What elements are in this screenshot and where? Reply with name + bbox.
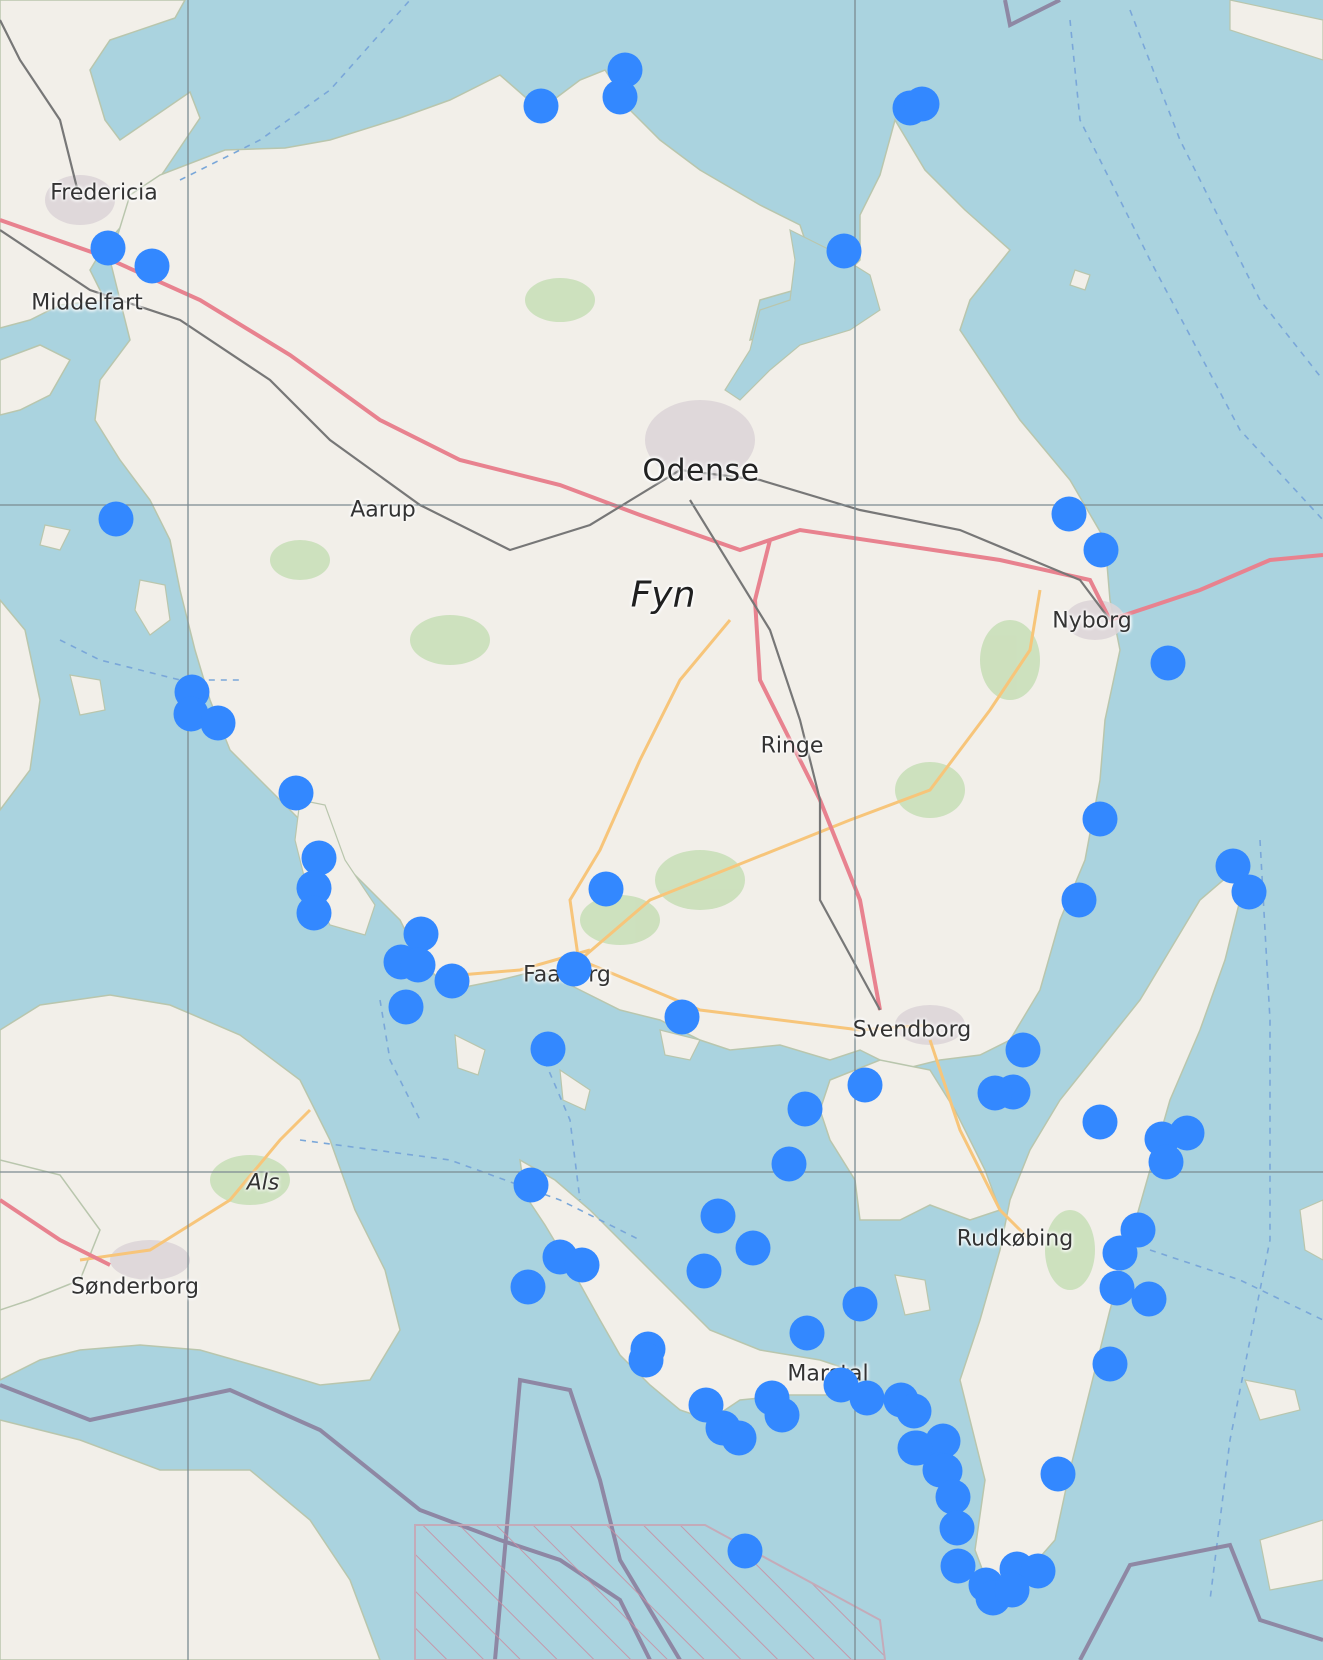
map-marker[interactable] xyxy=(789,1315,825,1351)
map-marker[interactable] xyxy=(1131,1281,1167,1317)
map-marker[interactable] xyxy=(849,1380,885,1416)
map-marker[interactable] xyxy=(134,248,170,284)
map-marker[interactable] xyxy=(1083,532,1119,568)
land-west-coast xyxy=(0,598,41,812)
map-marker[interactable] xyxy=(664,999,700,1035)
map-marker[interactable] xyxy=(564,1247,600,1283)
map-marker[interactable] xyxy=(434,963,470,999)
map-view[interactable]: Fredericia Middelfart Odense Aarup Fyn N… xyxy=(0,0,1323,1660)
map-marker[interactable] xyxy=(735,1230,771,1266)
map-marker[interactable] xyxy=(400,947,436,983)
map-marker[interactable] xyxy=(90,230,126,266)
map-marker[interactable] xyxy=(510,1269,546,1305)
map-marker[interactable] xyxy=(1005,1032,1041,1068)
map-marker[interactable] xyxy=(1040,1456,1076,1492)
map-marker[interactable] xyxy=(278,775,314,811)
map-marker[interactable] xyxy=(994,1572,1030,1608)
land-aero xyxy=(519,1158,851,1421)
map-marker[interactable] xyxy=(977,1075,1013,1111)
map-marker[interactable] xyxy=(1082,1104,1118,1140)
map-marker[interactable] xyxy=(686,1253,722,1289)
map-marker[interactable] xyxy=(764,1397,800,1433)
map-marker[interactable] xyxy=(935,1479,971,1515)
map-marker[interactable] xyxy=(556,951,592,987)
map-marker[interactable] xyxy=(904,86,940,122)
map-marker[interactable] xyxy=(896,1393,932,1429)
land-south-coast xyxy=(0,1419,381,1660)
map-marker[interactable] xyxy=(939,1510,975,1546)
map-marker[interactable] xyxy=(1099,1270,1135,1306)
land-middelfart-peninsula xyxy=(0,344,72,416)
map-marker[interactable] xyxy=(1150,645,1186,681)
map-marker[interactable] xyxy=(628,1342,664,1378)
map-marker[interactable] xyxy=(1092,1346,1128,1382)
map-marker[interactable] xyxy=(771,1146,807,1182)
map-marker[interactable] xyxy=(1061,882,1097,918)
restricted-area xyxy=(414,1524,887,1660)
map-marker[interactable] xyxy=(1102,1235,1138,1271)
map-marker[interactable] xyxy=(602,79,638,115)
map-marker[interactable] xyxy=(200,705,236,741)
map-marker[interactable] xyxy=(826,233,862,269)
map-base-layer xyxy=(0,0,1323,1660)
map-marker[interactable] xyxy=(721,1420,757,1456)
map-marker[interactable] xyxy=(296,895,332,931)
map-marker[interactable] xyxy=(842,1286,878,1322)
map-marker[interactable] xyxy=(1051,496,1087,532)
map-marker[interactable] xyxy=(1082,801,1118,837)
map-marker[interactable] xyxy=(388,989,424,1025)
map-marker[interactable] xyxy=(727,1533,763,1569)
map-marker[interactable] xyxy=(1169,1115,1205,1151)
map-marker[interactable] xyxy=(1231,874,1267,910)
map-marker[interactable] xyxy=(847,1067,883,1103)
map-marker[interactable] xyxy=(588,871,624,907)
map-marker[interactable] xyxy=(1148,1144,1184,1180)
map-marker[interactable] xyxy=(700,1198,736,1234)
map-marker[interactable] xyxy=(523,88,559,124)
map-marker[interactable] xyxy=(530,1031,566,1067)
map-marker[interactable] xyxy=(98,501,134,537)
map-marker[interactable] xyxy=(513,1167,549,1203)
map-marker[interactable] xyxy=(787,1091,823,1127)
